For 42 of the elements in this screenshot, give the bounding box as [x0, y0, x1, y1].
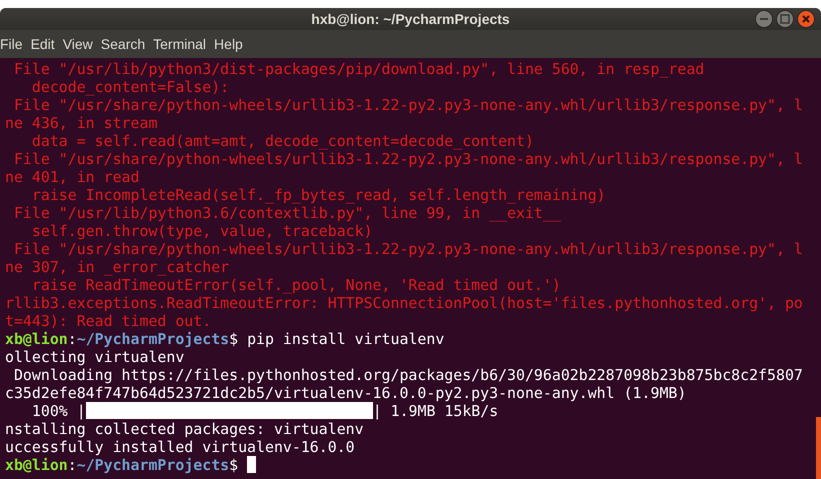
error-line: data = self.read(amt=amt, decode_content=decode_content): [30, 132, 534, 150]
menu-item[interactable]: Help: [210, 36, 247, 52]
error-line: self.gen.throw(type, value, traceback): [30, 222, 373, 240]
prompt-separator: :: [68, 330, 77, 348]
error-line: raise IncompleteRead(self._fp_bytes_read, self.length_remaining): [30, 186, 606, 204]
error-line: decode_content=False):: [30, 78, 230, 96]
output-line: nstalling collected packages: virtualenv: [5, 420, 364, 438]
error-line: ne 307, in _error_catcher: [5, 258, 230, 276]
error-line: ne 436, in stream: [5, 114, 158, 132]
prompt-dollar: $: [229, 456, 238, 474]
prompt-path: ~/PycharmProjects: [76, 456, 230, 474]
prompt-user: xb@lion: [5, 456, 68, 474]
output-line: uccessfully installed virtualenv-16.0.0: [5, 438, 355, 456]
menu-item[interactable]: View: [58, 36, 97, 52]
output-line: Downloading https://files.pythonhosted.org/packages/b6/30/96a02b2287098b23b875bc8c2f5807: [12, 366, 803, 384]
prompt-path: ~/PycharmProjects: [76, 330, 230, 348]
progress-stats: | 1.9MB 15kB/s: [372, 402, 498, 420]
error-line: File "/usr/share/python-wheels/urllib3-1.22-py2.py3-none-any.whl/urllib3/response.py", l: [12, 96, 803, 114]
error-line: File "/usr/share/python-wheels/urllib3-1.22-py2.py3-none-any.whl/urllib3/response.py", l: [12, 240, 803, 258]
menu-item[interactable]: File: [0, 36, 27, 52]
error-line: File "/usr/share/python-wheels/urllib3-1.22-py2.py3-none-any.whl/urllib3/response.py", l: [12, 150, 803, 168]
error-line: rllib3.exceptions.ReadTimeoutError: HTTPSConnectionPool(host='files.pythonhosted.org', po: [5, 294, 803, 312]
error-line: File "/usr/lib/python3.6/contextlib.py", line 99, in __exit__: [12, 204, 561, 222]
maximize-icon[interactable]: [776, 10, 794, 28]
output-line: ollecting virtualenv: [5, 348, 184, 366]
menu-item[interactable]: Edit: [26, 36, 59, 52]
prompt-separator: :: [68, 456, 77, 474]
scrollbar-thumb[interactable]: [816, 417, 821, 479]
menu-item[interactable]: Search: [96, 36, 150, 52]
menu-item[interactable]: Terminal: [149, 36, 210, 52]
prompt-dollar: $: [229, 330, 238, 348]
output-line: c35d2efe84f747b64d523721dc2b5/virtualenv-16.0.0-py2.py3-none-any.whl (1.9MB): [5, 384, 686, 402]
minimize-icon[interactable]: [755, 10, 773, 28]
error-line: raise ReadTimeoutError(self._pool, None, 'Read timed out.'): [30, 276, 561, 294]
error-line: t=443): Read timed out.: [5, 312, 212, 330]
close-icon[interactable]: [797, 10, 815, 28]
command-text: pip install virtualenv: [246, 330, 444, 348]
error-line: ne 401, in read: [5, 168, 140, 186]
progress-percent: 100% |: [30, 402, 86, 420]
prompt-user: xb@lion: [5, 330, 68, 348]
error-line: File "/usr/lib/python3/dist-packages/pip/download.py", line 560, in resp_read: [12, 60, 704, 78]
window-title: hxb@lion: ~/PycharmProjects: [311, 11, 510, 27]
